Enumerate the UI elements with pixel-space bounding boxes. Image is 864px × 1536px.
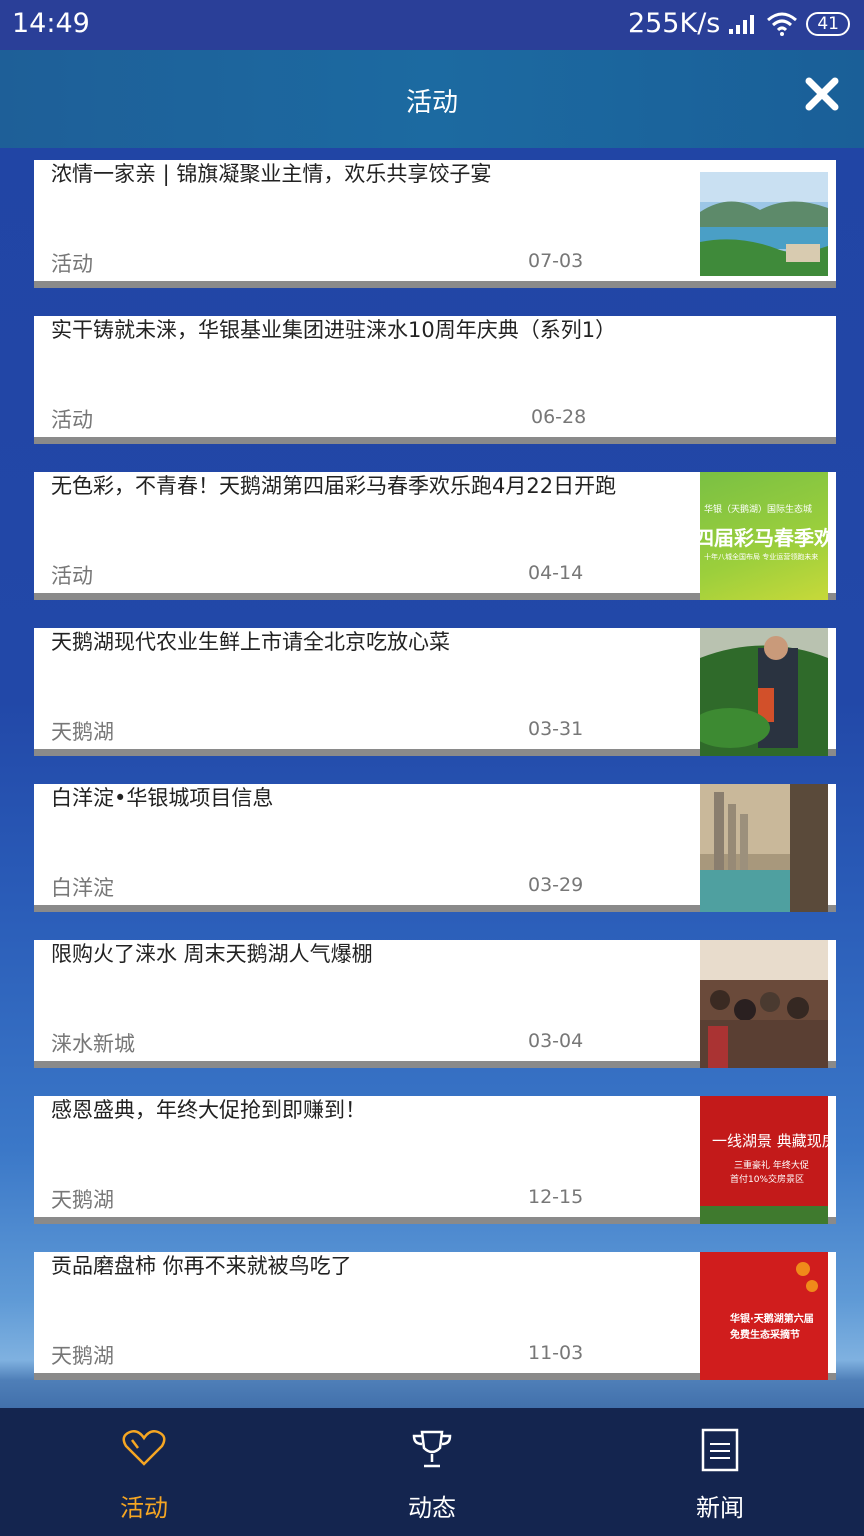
article-card[interactable]: 贡品磨盘柿 你再不来就被鸟吃了 天鹅湖 11-03 华银·天鹅湖第六届 免费生态… — [34, 1252, 836, 1380]
article-card[interactable]: 浓情一家亲 | 锦旗凝聚业主情，欢乐共享饺子宴 活动 07-03 — [34, 160, 836, 288]
bottom-tab-bar: 活动 动态 新闻 — [0, 1408, 864, 1536]
thumbnail-subcaption: 首付10%交房景区 — [730, 1175, 805, 1185]
heart-icon — [122, 1430, 166, 1466]
article-thumbnail: 华银·天鹅湖第六届 免费生态采摘节 — [700, 1252, 828, 1380]
tab-label: 新闻 — [696, 1494, 744, 1522]
article-category: 活动 — [51, 252, 93, 276]
thumbnail-caption: 免费生态采摘节 — [730, 1330, 800, 1341]
article-thumbnail — [700, 628, 828, 756]
thumbnail-caption: 三重豪礼 年终大促 — [734, 1161, 809, 1171]
article-title: 限购火了涞水 周末天鹅湖人气爆棚 — [51, 942, 373, 966]
article-category: 活动 — [51, 408, 93, 432]
article-title: 无色彩，不青春！天鹅湖第四届彩马春季欢乐跑4月22日开跑 — [51, 474, 617, 498]
article-date: 07-03 — [528, 250, 584, 272]
grass-decoration — [700, 1206, 828, 1224]
article-card[interactable]: 无色彩，不青春！天鹅湖第四届彩马春季欢乐跑4月22日开跑 活动 04-14 华银… — [34, 472, 836, 600]
article-date: 04-14 — [528, 562, 584, 584]
signal-icon — [729, 14, 755, 34]
thumbnail-subcaption: 十年八城全国布局 专业运营领跑未来 — [704, 553, 819, 561]
article-category: 白洋淀 — [51, 876, 114, 900]
article-category: 天鹅湖 — [51, 1188, 114, 1212]
article-category: 天鹅湖 — [51, 1344, 114, 1368]
article-date: 06-28 — [531, 406, 587, 428]
article-date: 03-04 — [528, 1030, 584, 1052]
close-icon[interactable] — [804, 76, 840, 112]
thumbnail-headline: 华银·天鹅湖第六届 — [730, 1314, 814, 1325]
article-date: 03-29 — [528, 874, 584, 896]
network-speed: 255K/s — [627, 8, 721, 39]
article-card[interactable]: 天鹅湖现代农业生鲜上市请全北京吃放心菜 天鹅湖 03-31 — [34, 628, 836, 756]
article-date: 12-15 — [528, 1186, 584, 1208]
wifi-icon — [767, 12, 798, 36]
article-card[interactable]: 白洋淀•华银城项目信息 白洋淀 03-29 — [34, 784, 836, 912]
status-right: 255K/s 41 — [628, 8, 850, 39]
tab-activity[interactable]: 活动 — [0, 1408, 288, 1536]
article-category: 天鹅湖 — [51, 720, 114, 744]
persimmon-decoration — [796, 1262, 810, 1276]
article-date: 11-03 — [528, 1342, 584, 1364]
article-thumbnail — [700, 172, 828, 276]
thumbnail-headline: 一线湖景 典藏现房 — [712, 1132, 828, 1150]
persimmon-decoration — [806, 1280, 818, 1292]
tab-news[interactable]: 新闻 — [576, 1408, 864, 1536]
article-card[interactable]: 实干铸就未涞，华银基业集团进驻涞水10周年庆典（系列1） 活动 06-28 — [34, 316, 836, 444]
article-title: 贡品磨盘柿 你再不来就被鸟吃了 — [51, 1254, 352, 1278]
title-bar: 活动 — [0, 50, 864, 148]
trophy-icon — [412, 1430, 452, 1468]
article-title: 天鹅湖现代农业生鲜上市请全北京吃放心菜 — [51, 630, 450, 654]
article-title: 浓情一家亲 | 锦旗凝聚业主情，欢乐共享饺子宴 — [51, 162, 492, 186]
thumbnail-caption: 华银（天鹅湖）国际生态城 — [704, 505, 813, 515]
tab-label: 动态 — [408, 1494, 456, 1522]
tab-news-feed[interactable]: 动态 — [288, 1408, 576, 1536]
page-title: 活动 — [405, 88, 458, 118]
article-card[interactable]: 限购火了涞水 周末天鹅湖人气爆棚 涞水新城 03-04 — [34, 940, 836, 1068]
article-thumbnail — [700, 940, 828, 1068]
article-title: 感恩盛典，年终大促抢到即赚到！ — [51, 1098, 366, 1122]
status-time: 14:49 — [12, 8, 90, 39]
document-icon — [701, 1428, 739, 1472]
article-category: 涞水新城 — [51, 1032, 135, 1056]
article-thumbnail — [700, 784, 828, 912]
article-title: 实干铸就未涞，华银基业集团进驻涞水10周年庆典（系列1） — [51, 318, 617, 342]
article-card[interactable]: 感恩盛典，年终大促抢到即赚到！ 天鹅湖 12-15 一线湖景 典藏现房 三重豪礼… — [34, 1096, 836, 1224]
battery-icon: 41 — [806, 11, 850, 36]
article-date: 03-31 — [528, 718, 584, 740]
tab-label: 活动 — [120, 1494, 168, 1522]
status-bar: 14:49 255K/s 41 — [0, 0, 864, 50]
article-category: 活动 — [51, 564, 93, 588]
article-thumbnail: 华银（天鹅湖）国际生态城 四届彩马春季欢乐 十年八城全国布局 专业运营领跑未来 — [700, 472, 828, 600]
thumbnail-headline: 四届彩马春季欢乐 — [700, 526, 828, 550]
article-title: 白洋淀•华银城项目信息 — [51, 786, 274, 810]
article-thumbnail: 一线湖景 典藏现房 三重豪礼 年终大促 首付10%交房景区 — [700, 1096, 828, 1224]
